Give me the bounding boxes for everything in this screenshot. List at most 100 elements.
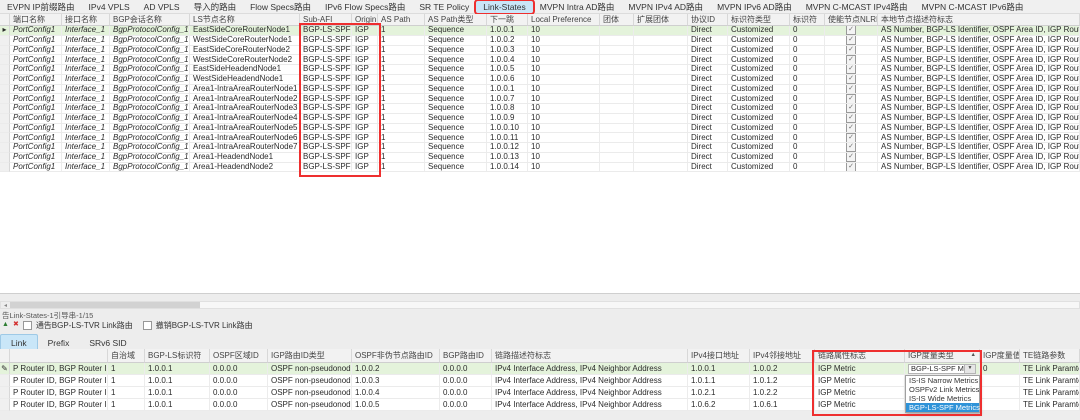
origin-cell[interactable]: IGP [352,65,378,75]
local-node-descriptor-flags-cell[interactable]: AS Number, BGP-LS Identifier, OSPF Area … [878,143,1080,153]
ext-community-cell[interactable] [634,65,688,75]
as-path-type-cell[interactable]: Sequence [425,85,487,95]
local-preference-cell[interactable]: 10 [528,65,600,75]
igp-router-id-type-cell[interactable]: OSPF non-pseudonode [268,387,352,399]
tab-sr-te-policy[interactable]: SR TE Policy [412,1,476,13]
local-node-descriptor-flags-cell[interactable]: AS Number, BGP-LS Identifier, OSPF Area … [878,55,1080,65]
column-header-ipv4-interface-address[interactable]: IPv4接口地址 [688,349,750,363]
sub-afi-cell[interactable]: BGP-LS-SPF [300,65,352,75]
as-path-type-cell[interactable]: Sequence [425,75,487,85]
sub-afi-cell[interactable]: BGP-LS-SPF [300,75,352,85]
identifier-cell[interactable]: 0 [790,153,825,163]
bgp-session-name-cell[interactable]: BgpProtocolConfig_1 [110,94,190,104]
bgp-session-name-cell[interactable]: BgpProtocolConfig_1 [110,26,190,36]
ls-node-name-cell[interactable]: Area1-HeadendNode2 [190,163,300,173]
community-cell[interactable] [600,104,634,114]
as-number-cell[interactable]: 1 [108,399,145,411]
ospf-non-pseudonode-router-id-cell[interactable]: 1.0.0.5 [352,399,440,411]
column-header-origin[interactable]: Origin [352,14,378,26]
igp-router-id-type-cell[interactable]: OSPF non-pseudonode [268,363,352,375]
as-path-type-cell[interactable]: Sequence [425,163,487,173]
identifier-cell[interactable]: 0 [790,94,825,104]
port-name-cell[interactable]: PortConfig1 [10,85,62,95]
origin-cell[interactable]: IGP [352,75,378,85]
bgp-session-name-cell[interactable]: BgpProtocolConfig_1 [110,143,190,153]
bgp-session-name-cell[interactable]: BgpProtocolConfig_1 [110,114,190,124]
identifier-type-cell[interactable]: Customized [728,133,790,143]
sub-afi-cell[interactable]: BGP-LS-SPF [300,94,352,104]
identifier-type-cell[interactable]: Customized [728,75,790,85]
interface-name-cell[interactable]: Interface_1 [62,55,110,65]
ext-community-cell[interactable] [634,104,688,114]
as-path-cell[interactable]: 1 [378,104,425,114]
tab-mvpn-c-mcast-ipv6-[interactable]: MVPN C-MCAST IPv6路由 [915,0,1031,14]
column-header-ext-community[interactable]: 扩展团体 [634,14,688,26]
protocol-id-cell[interactable]: Direct [688,75,728,85]
sub-afi-cell[interactable]: BGP-LS-SPF [300,46,352,56]
port-name-cell[interactable]: PortConfig1 [10,124,62,134]
local-node-descriptor-flags-cell[interactable]: AS Number, BGP-LS Identifier, OSPF Area … [878,46,1080,56]
column-header-as-number[interactable]: 自治域 [108,349,145,363]
port-name-cell[interactable]: PortConfig1 [10,133,62,143]
as-path-type-cell[interactable]: Sequence [425,143,487,153]
withdraw-checkbox[interactable] [143,321,152,330]
local-preference-cell[interactable]: 10 [528,104,600,114]
link-descriptor-flags-cell[interactable]: IPv4 Interface Address, IPv4 Neighbor Ad… [492,363,688,375]
igp-metric-value-cell[interactable]: 0 [980,363,1020,375]
bgp-session-name-cell[interactable]: BgpProtocolConfig_1 [110,65,190,75]
column-header-interface-name[interactable]: 接口名称 [62,14,110,26]
as-path-cell[interactable]: 1 [378,163,425,173]
ospf-non-pseudonode-router-id-cell[interactable]: 1.0.0.4 [352,387,440,399]
identifier-cell[interactable]: 0 [790,85,825,95]
ext-community-cell[interactable] [634,36,688,46]
tab-ipv6-flow-specs-[interactable]: IPv6 Flow Specs路由 [318,0,412,14]
ospf-non-pseudonode-router-id-cell[interactable]: 1.0.0.2 [352,363,440,375]
origin-cell[interactable]: IGP [352,36,378,46]
column-header-port-name[interactable]: 端口名称 [10,14,62,26]
port-name-cell[interactable]: PortConfig1 [10,75,62,85]
interface-name-cell[interactable]: Interface_1 [62,65,110,75]
te-link-parameters-cell[interactable]: TE Link Paramters [1020,363,1080,375]
identifier-type-cell[interactable]: Customized [728,26,790,36]
ls-node-name-cell[interactable]: Area1-IntraAreaRouterNode4 [190,114,300,124]
node-nlri-checkbox[interactable]: ✓ [846,26,856,35]
te-link-parameters-cell[interactable]: TE Link Paramters [1020,387,1080,399]
column-header-ipv4-neighbor-address[interactable]: IPv4邻接地址 [750,349,815,363]
as-path-cell[interactable]: 1 [378,143,425,153]
local-preference-cell[interactable]: 10 [528,85,600,95]
origin-cell[interactable]: IGP [352,104,378,114]
node-nlri-checkbox[interactable]: ✓ [846,114,856,123]
bgp-ls-identifier-cell[interactable]: 1.0.0.1 [145,363,210,375]
bgp-session-name-cell[interactable]: BgpProtocolConfig_1 [110,55,190,65]
local-preference-cell[interactable]: 10 [528,36,600,46]
origin-cell[interactable]: IGP [352,55,378,65]
protocol-id-cell[interactable]: Direct [688,143,728,153]
node-descriptors-cell[interactable]: P Router ID, BGP Router ID [10,387,108,399]
local-preference-cell[interactable]: 10 [528,26,600,36]
port-name-cell[interactable]: PortConfig1 [10,114,62,124]
ospf-area-id-cell[interactable]: 0.0.0.0 [210,375,268,387]
ls-node-name-cell[interactable]: EastSideHeadendNode1 [190,65,300,75]
bgp-session-name-cell[interactable]: BgpProtocolConfig_1 [110,85,190,95]
local-node-descriptor-flags-cell[interactable]: AS Number, BGP-LS Identifier, OSPF Area … [878,94,1080,104]
interface-name-cell[interactable]: Interface_1 [62,75,110,85]
protocol-id-cell[interactable]: Direct [688,65,728,75]
tab-srv6-sid[interactable]: SRv6 SID [79,335,136,350]
identifier-type-cell[interactable]: Customized [728,124,790,134]
tab-ad-vpls[interactable]: AD VPLS [137,1,187,13]
te-link-parameters-cell[interactable]: TE Link Paramters [1020,375,1080,387]
as-number-cell[interactable]: 1 [108,375,145,387]
origin-cell[interactable]: IGP [352,143,378,153]
interface-name-cell[interactable]: Interface_1 [62,114,110,124]
column-header-local-preference[interactable]: Local Preference [528,14,600,26]
column-header-ospf-non-pseudonode-router-id[interactable]: OSPF非伪节点路由ID [352,349,440,363]
ext-community-cell[interactable] [634,124,688,134]
ext-community-cell[interactable] [634,153,688,163]
dropdown-option[interactable]: IS-IS Wide Metrics [906,394,979,403]
ospf-non-pseudonode-router-id-cell[interactable]: 1.0.0.3 [352,375,440,387]
identifier-type-cell[interactable]: Customized [728,46,790,56]
bgp-router-id-cell[interactable]: 0.0.0.0 [440,363,492,375]
ls-node-name-cell[interactable]: Area1-HeadendNode1 [190,153,300,163]
link-attribute-flags-cell[interactable]: IGP Metric [815,399,905,411]
column-header-identifier-type[interactable]: 标识符类型 [728,14,790,26]
